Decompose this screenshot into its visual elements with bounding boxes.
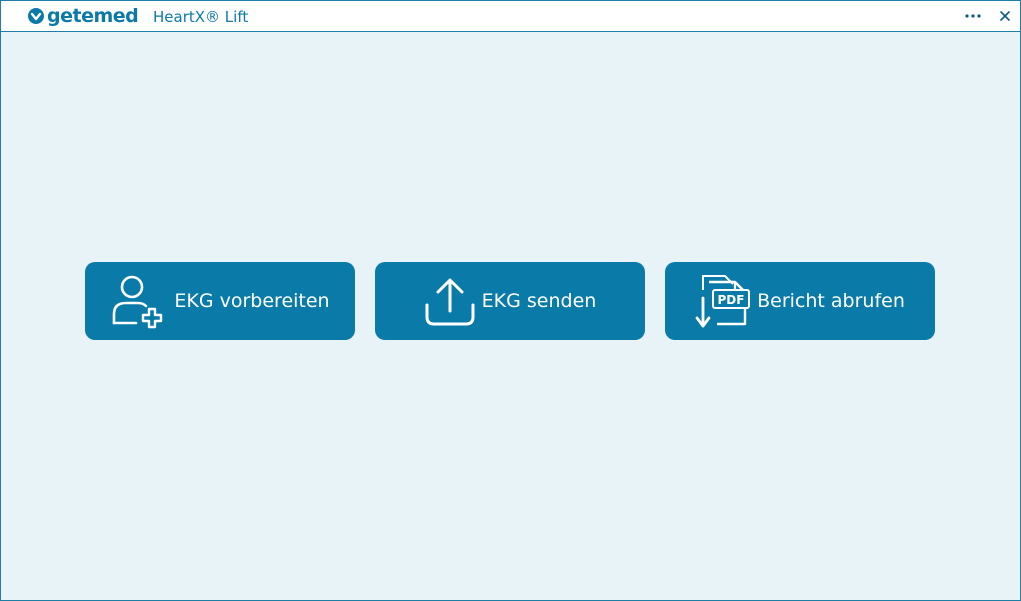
prepare-ecg-label: EKG vorbereiten	[174, 290, 330, 312]
get-report-label: Bericht abrufen	[757, 290, 905, 312]
brand-name: getemed	[47, 5, 139, 27]
title-actions	[964, 6, 1012, 26]
more-options-button[interactable]	[964, 7, 982, 25]
prepare-ecg-button[interactable]: EKG vorbereiten	[85, 262, 355, 340]
pdf-download-icon: PDF	[695, 272, 751, 330]
upload-icon	[424, 275, 476, 327]
title-bar: getemed HeartX® Lift	[1, 1, 1020, 32]
action-buttons: EKG vorbereiten EKG senden PDF Bericht a…	[85, 262, 935, 340]
brand-logo: getemed	[27, 5, 139, 27]
send-ecg-label: EKG senden	[481, 290, 597, 312]
svg-text:PDF: PDF	[718, 293, 745, 307]
app-window: getemed HeartX® Lift EKG vorbereiten EKG…	[0, 0, 1021, 601]
close-icon	[1000, 11, 1010, 21]
send-ecg-button[interactable]: EKG senden	[375, 262, 645, 340]
app-title: HeartX® Lift	[153, 8, 249, 26]
user-add-icon	[110, 273, 168, 329]
brand-heart-icon	[28, 8, 44, 24]
close-button[interactable]	[998, 9, 1012, 23]
get-report-button[interactable]: PDF Bericht abrufen	[665, 262, 935, 340]
more-horizontal-icon	[965, 14, 981, 18]
